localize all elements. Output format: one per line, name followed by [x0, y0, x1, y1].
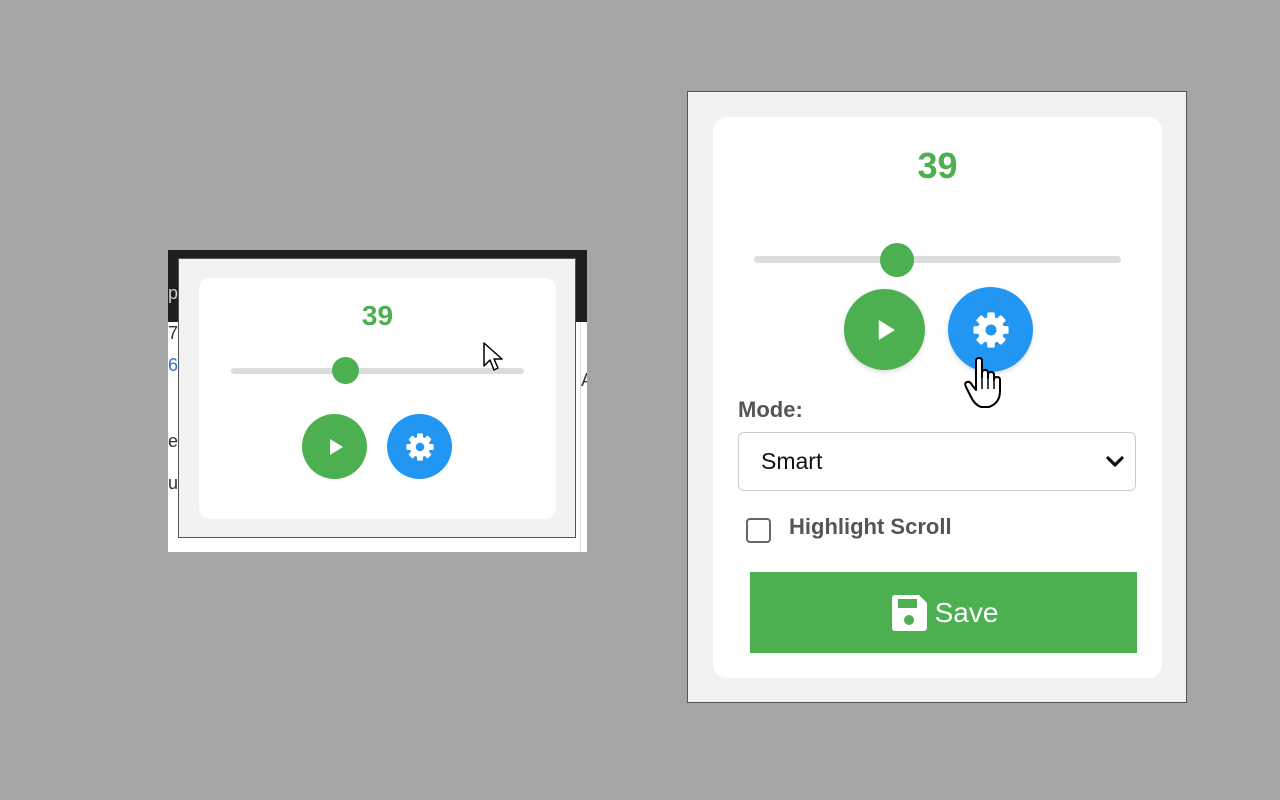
mode-label: Mode: — [738, 397, 803, 422]
play-button[interactable] — [844, 289, 925, 370]
settings-button[interactable] — [387, 414, 452, 479]
mode-select-value: Smart — [761, 448, 823, 474]
highlight-scroll-label[interactable]: Highlight Scroll — [789, 514, 952, 540]
background-text-fragment: e — [168, 431, 179, 451]
play-button[interactable] — [302, 414, 367, 479]
highlight-scroll-checkbox[interactable] — [746, 518, 771, 543]
collapsed-popup-screenshot: p 7 6 e u A 39 — [168, 250, 587, 552]
background-text-fragment: A — [581, 370, 587, 391]
gear-icon — [972, 311, 1009, 348]
speed-value: 39 — [917, 145, 958, 186]
floppy-disk-icon — [891, 594, 927, 631]
play-icon — [878, 319, 895, 340]
expanded-popup-card: 39 Mode: Smart Highlight Scroll Save — [713, 117, 1162, 678]
speed-slider-thumb[interactable] — [880, 243, 915, 277]
save-button[interactable]: Save — [750, 572, 1137, 653]
background-text-fragment: u — [168, 473, 179, 493]
collapsed-popup: 39 — [178, 258, 576, 538]
arrow-cursor-icon — [483, 342, 503, 371]
background-link-fragment: 6 — [168, 355, 179, 375]
hand-pointer-cursor-icon — [964, 357, 1001, 408]
speed-slider-thumb[interactable] — [332, 357, 360, 384]
chevron-down-icon — [1106, 456, 1124, 467]
play-icon — [329, 438, 343, 455]
collapsed-popup-card: 39 — [199, 278, 556, 519]
expanded-popup: 39 Mode: Smart Highlight Scroll Save — [687, 91, 1187, 703]
mode-select[interactable]: Smart — [738, 432, 1136, 491]
speed-slider-track[interactable] — [231, 368, 524, 374]
speed-slider-track[interactable] — [754, 256, 1121, 263]
background-text-fragment: 7 — [168, 323, 179, 343]
save-button-label: Save — [934, 596, 999, 628]
background-divider — [580, 322, 581, 552]
background-text-fragment: p — [168, 283, 179, 303]
speed-value: 39 — [361, 300, 394, 331]
gear-icon — [405, 432, 434, 461]
